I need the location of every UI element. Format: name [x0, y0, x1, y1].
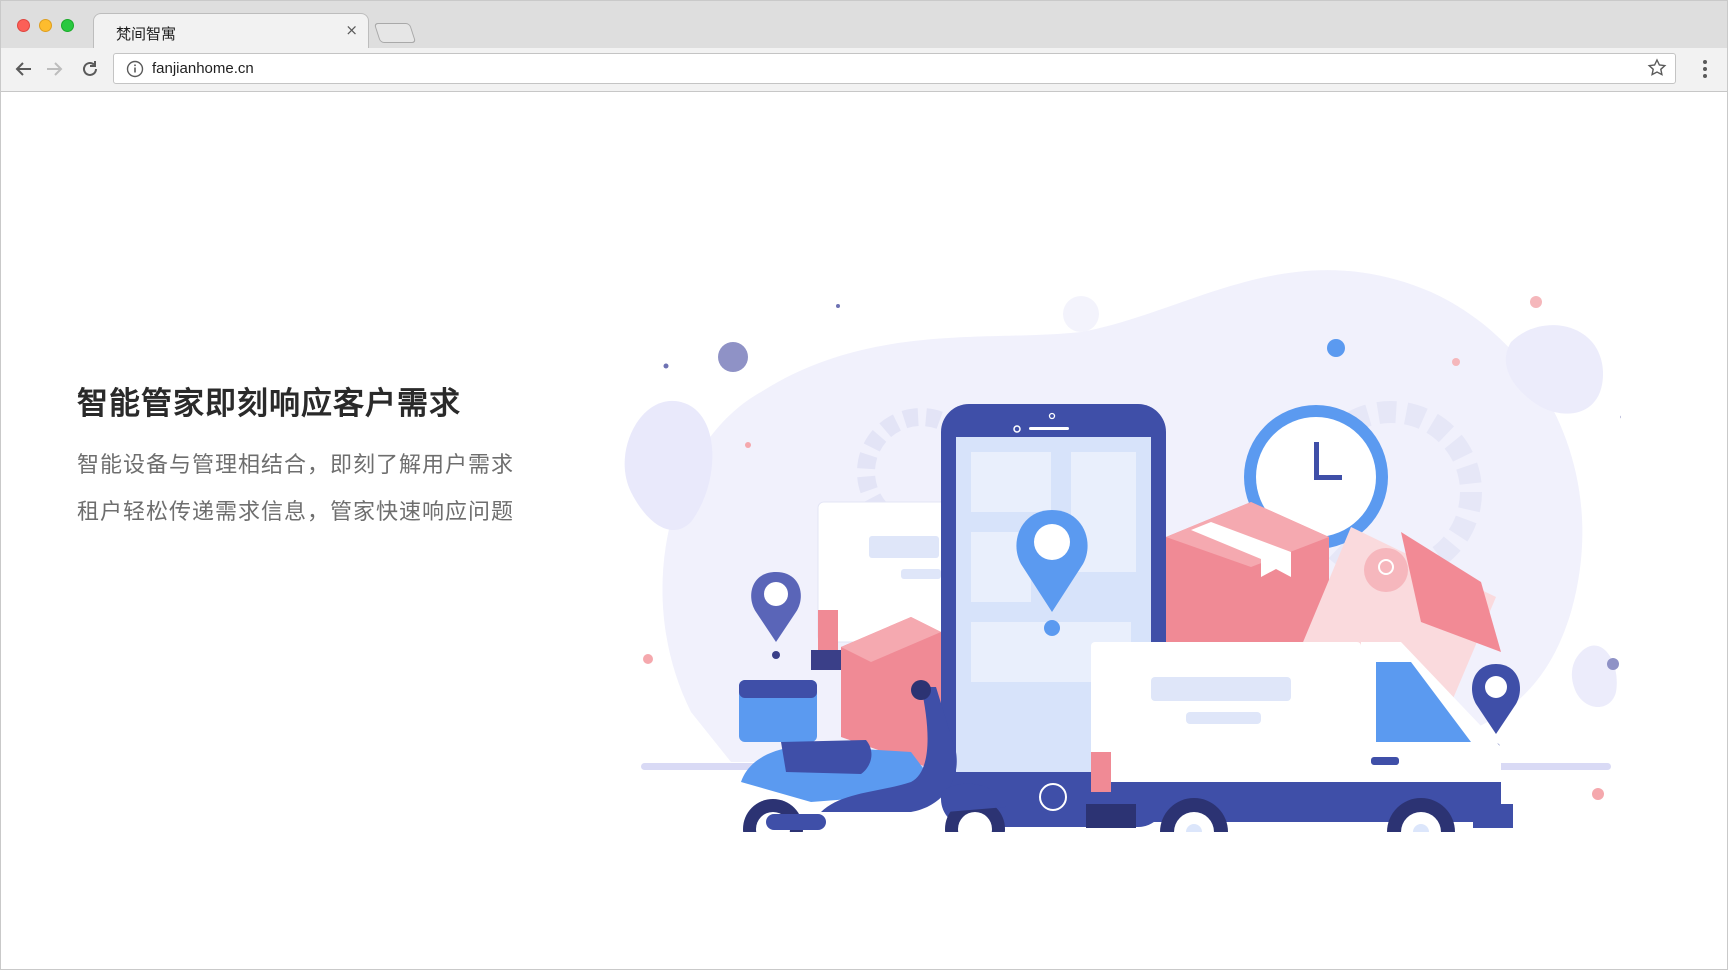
maximize-window-button[interactable]: [61, 19, 74, 32]
browser-tab[interactable]: 梵间智寓 ×: [93, 13, 369, 49]
address-bar[interactable]: fanjianhome.cn: [113, 53, 1676, 84]
page-content: 智能管家即刻响应客户需求 智能设备与管理相结合，即刻了解用户需求 租户轻松传递需…: [1, 92, 1727, 969]
info-icon[interactable]: [126, 60, 144, 78]
back-button[interactable]: [9, 54, 39, 84]
hero-headline: 智能管家即刻响应客户需求: [77, 386, 461, 422]
hero-description-line-1: 智能设备与管理相结合，即刻了解用户需求: [77, 453, 515, 478]
tab-close-icon[interactable]: ×: [345, 21, 358, 39]
forward-button[interactable]: [39, 54, 69, 84]
reload-icon: [83, 61, 97, 76]
window-controls: [17, 19, 74, 32]
reload-button[interactable]: [75, 54, 105, 84]
browser-toolbar: fanjianhome.cn: [1, 48, 1727, 92]
back-arrow-icon: [15, 62, 31, 76]
delivery-illustration: [624, 270, 1621, 832]
star-icon[interactable]: [1647, 58, 1667, 78]
new-tab-button[interactable]: [373, 23, 417, 43]
forward-arrow-icon: [47, 62, 63, 76]
browser-window: 梵间智寓 × fanjianhome.cn 智能管家即刻响应客户需求 智能设备与…: [0, 0, 1728, 970]
hero-description-line-2: 租户轻松传递需求信息，管家快速响应问题: [77, 500, 515, 525]
menu-dots-icon[interactable]: [1695, 58, 1715, 80]
close-window-button[interactable]: [17, 19, 30, 32]
url-text[interactable]: fanjianhome.cn: [152, 60, 254, 77]
minimize-window-button[interactable]: [39, 19, 52, 32]
title-bar: 梵间智寓 ×: [1, 1, 1727, 49]
tab-title: 梵间智寓: [116, 25, 177, 43]
